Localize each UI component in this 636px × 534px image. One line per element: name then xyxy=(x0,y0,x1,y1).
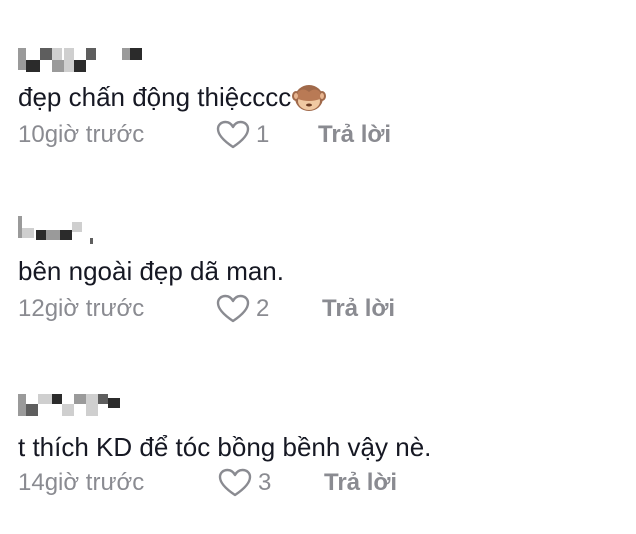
heart-icon xyxy=(216,294,250,324)
like-button[interactable]: 1 xyxy=(216,120,269,150)
heart-icon xyxy=(216,120,250,150)
like-count: 3 xyxy=(258,469,272,496)
comment-meta: 10giờ trước 1 Trả lời xyxy=(18,120,618,150)
heart-icon xyxy=(218,468,252,498)
comment-text: đẹp chấn động thiệcccc xyxy=(18,82,327,112)
comment-meta: 14giờ trước 3 Trả lời xyxy=(18,468,618,498)
username-pixelated[interactable] xyxy=(18,216,158,244)
like-button[interactable]: 3 xyxy=(218,468,271,498)
comment-meta: 12giờ trước 2 Trả lời xyxy=(18,294,618,324)
like-count: 2 xyxy=(256,295,270,322)
reply-button[interactable]: Trả lời xyxy=(318,120,391,150)
comment-text: bên ngoài đẹp dã man. xyxy=(18,256,284,286)
username-pixelated[interactable] xyxy=(18,392,158,418)
username-pixelated[interactable] xyxy=(18,46,158,72)
reply-button[interactable]: Trả lời xyxy=(324,468,397,498)
comment-text: t thích KD để tóc bồng bềnh vậy nè. xyxy=(18,432,432,462)
comment-text-content: đẹp chấn động thiệcccc xyxy=(18,82,292,112)
like-button[interactable]: 2 xyxy=(216,294,269,324)
see-no-evil-monkey-icon xyxy=(292,82,327,112)
comment-time: 12giờ trước xyxy=(18,295,145,322)
comment-time: 10giờ trước xyxy=(18,121,145,148)
comment-time: 14giờ trước xyxy=(18,469,145,496)
like-count: 1 xyxy=(256,121,270,148)
reply-button[interactable]: Trả lời xyxy=(322,294,395,324)
